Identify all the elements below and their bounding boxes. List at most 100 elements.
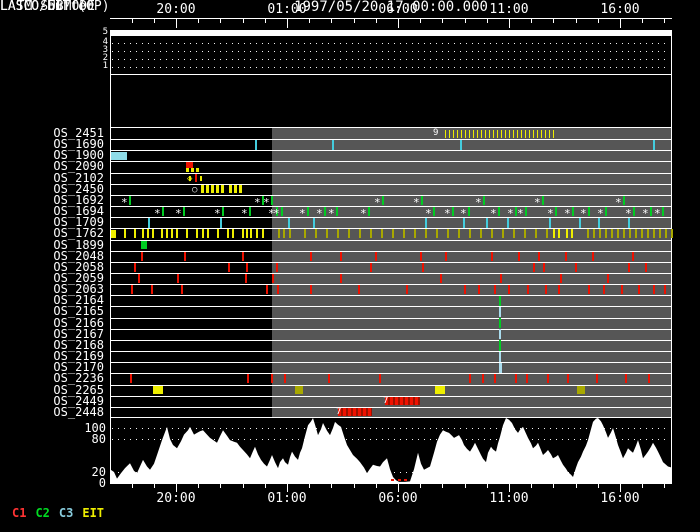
os-marker-tick-olive (653, 229, 655, 239)
os-marker-vseg-green (499, 318, 501, 329)
os-marker-tick-olive (381, 229, 383, 239)
hour-tick-top (176, 19, 177, 28)
os-marker-block-green (141, 241, 147, 250)
os-marker-block-yellow (435, 386, 445, 395)
os-row-separator (110, 384, 672, 386)
os-marker-tick-red (242, 251, 244, 261)
os-marker-tick-cyan (220, 217, 222, 228)
os-marker-tick-yellow (509, 129, 510, 138)
os-marker-tick-red (151, 285, 153, 295)
os-marker-tick-red (177, 274, 179, 284)
os-marker-tick-red (638, 285, 640, 295)
os-marker-tick-green (525, 206, 527, 217)
hour-tick-top (287, 19, 288, 28)
os-marker-tick-red (276, 262, 278, 272)
hour-tick-top (131, 19, 133, 23)
os-marker-block-yellow (111, 229, 116, 239)
os-marker-tick-olive (587, 229, 589, 239)
os-marker-tick-olive (348, 229, 350, 239)
os-marker-tick-cyan (598, 217, 600, 228)
os-marker-tick-cyan (653, 139, 655, 150)
os-marker-tick-red (469, 374, 471, 384)
os-marker-tick-green (555, 206, 557, 217)
os-marker-tick-olive (629, 229, 631, 239)
os-marker-tick-yellow (152, 229, 154, 239)
os-marker-vseg-green (499, 340, 501, 351)
os-marker-tick-yellow (521, 129, 522, 138)
os-marker-tick-yellow (517, 129, 518, 138)
os-marker-tick-yellow (513, 129, 514, 138)
os-marker-tick-green (498, 206, 500, 217)
os-marker-tick-yellow (493, 129, 494, 138)
os-marker-tick-red (184, 251, 186, 261)
os-marker-tick-red (538, 251, 540, 261)
legend-item-c3: C3 (58, 506, 74, 520)
os-marker-tick-green (633, 206, 635, 217)
hour-tick-top (242, 19, 244, 23)
os-marker-tick-yellow (469, 129, 470, 138)
os-marker-tick-olive (392, 229, 394, 239)
os-marker-tick-red (245, 274, 247, 284)
os-marker-tick-red (130, 374, 132, 384)
legend-item-eit: EIT (82, 506, 105, 520)
hour-tick-bottom (420, 484, 422, 488)
hour-tick-bottom (353, 484, 355, 488)
top-axis-line (110, 18, 672, 19)
os-marker-tick-green (623, 195, 625, 205)
asterisk-marker: * (654, 207, 661, 221)
os-marker-tick-red (445, 251, 447, 261)
os-marker-tick-green (605, 206, 607, 217)
asterisk-marker: * (254, 195, 261, 209)
os-marker-tick-red (547, 374, 549, 384)
os-marker-tick-olive (524, 229, 526, 239)
os-marker-tick-red (138, 274, 140, 284)
os-marker-tick-yellow (481, 129, 482, 138)
os-marker-tick-green (542, 195, 544, 205)
os-marker-tick-olive (535, 229, 537, 239)
os-marker-block-olive (577, 386, 585, 395)
os-marker-tick-yellow (196, 229, 198, 239)
os-marker-tick-red (141, 251, 143, 261)
hour-tick-bottom (553, 484, 555, 488)
os-marker-tick-yellow (176, 229, 178, 239)
time-label-bottom: 20:00 (156, 491, 196, 506)
os-marker-tick-red (533, 262, 535, 272)
hour-tick-top (464, 19, 466, 23)
os-row-separator (110, 306, 672, 308)
tm-submode-dotted-line (112, 51, 670, 52)
os-row-separator (110, 351, 672, 353)
tm-submode-dotted-line (112, 67, 670, 68)
hour-tick-bottom (375, 484, 377, 488)
os-row-separator (110, 328, 672, 330)
asterisk-marker: * (475, 195, 482, 209)
os-marker-vseg-paleblue (499, 306, 501, 318)
os-marker-tick-yellow (166, 229, 168, 239)
hour-tick-bottom (642, 484, 644, 488)
os-marker-tick-yellow (262, 229, 264, 239)
asterisk-marker: * (517, 207, 524, 221)
os-marker-striped-block (229, 185, 242, 194)
os-row-separator (110, 273, 672, 274)
os-marker-tick-yellow (142, 229, 144, 239)
os-marker-tick-yellow (549, 129, 550, 138)
time-label-bottom: 06:00 (378, 491, 418, 506)
os-marker-tick-red (607, 274, 609, 284)
os-marker-tick-red (482, 374, 484, 384)
os-marker-tick-yellow (445, 129, 446, 138)
asterisk-marker: * (374, 195, 381, 209)
os-marker-tick-olive (599, 229, 601, 239)
os-marker-tick-yellow (246, 229, 248, 239)
os-row-separator (110, 295, 672, 297)
os-marker-tick-red (545, 285, 547, 295)
hour-tick-bottom (309, 484, 311, 488)
os-marker-tick-yellow (124, 229, 126, 239)
os-marker-tick-olive (370, 229, 372, 239)
os-marker-tick-olive (617, 229, 619, 239)
hour-tick-top (420, 19, 422, 23)
os-marker-tick-olive (623, 229, 625, 239)
os-marker-vseg-paleblue (499, 362, 502, 373)
os-marker-tick-cyan (549, 217, 551, 228)
os-marker-tick-yellow (461, 129, 462, 138)
os-marker-tick-red (491, 251, 493, 261)
hour-tick-top (153, 19, 155, 23)
